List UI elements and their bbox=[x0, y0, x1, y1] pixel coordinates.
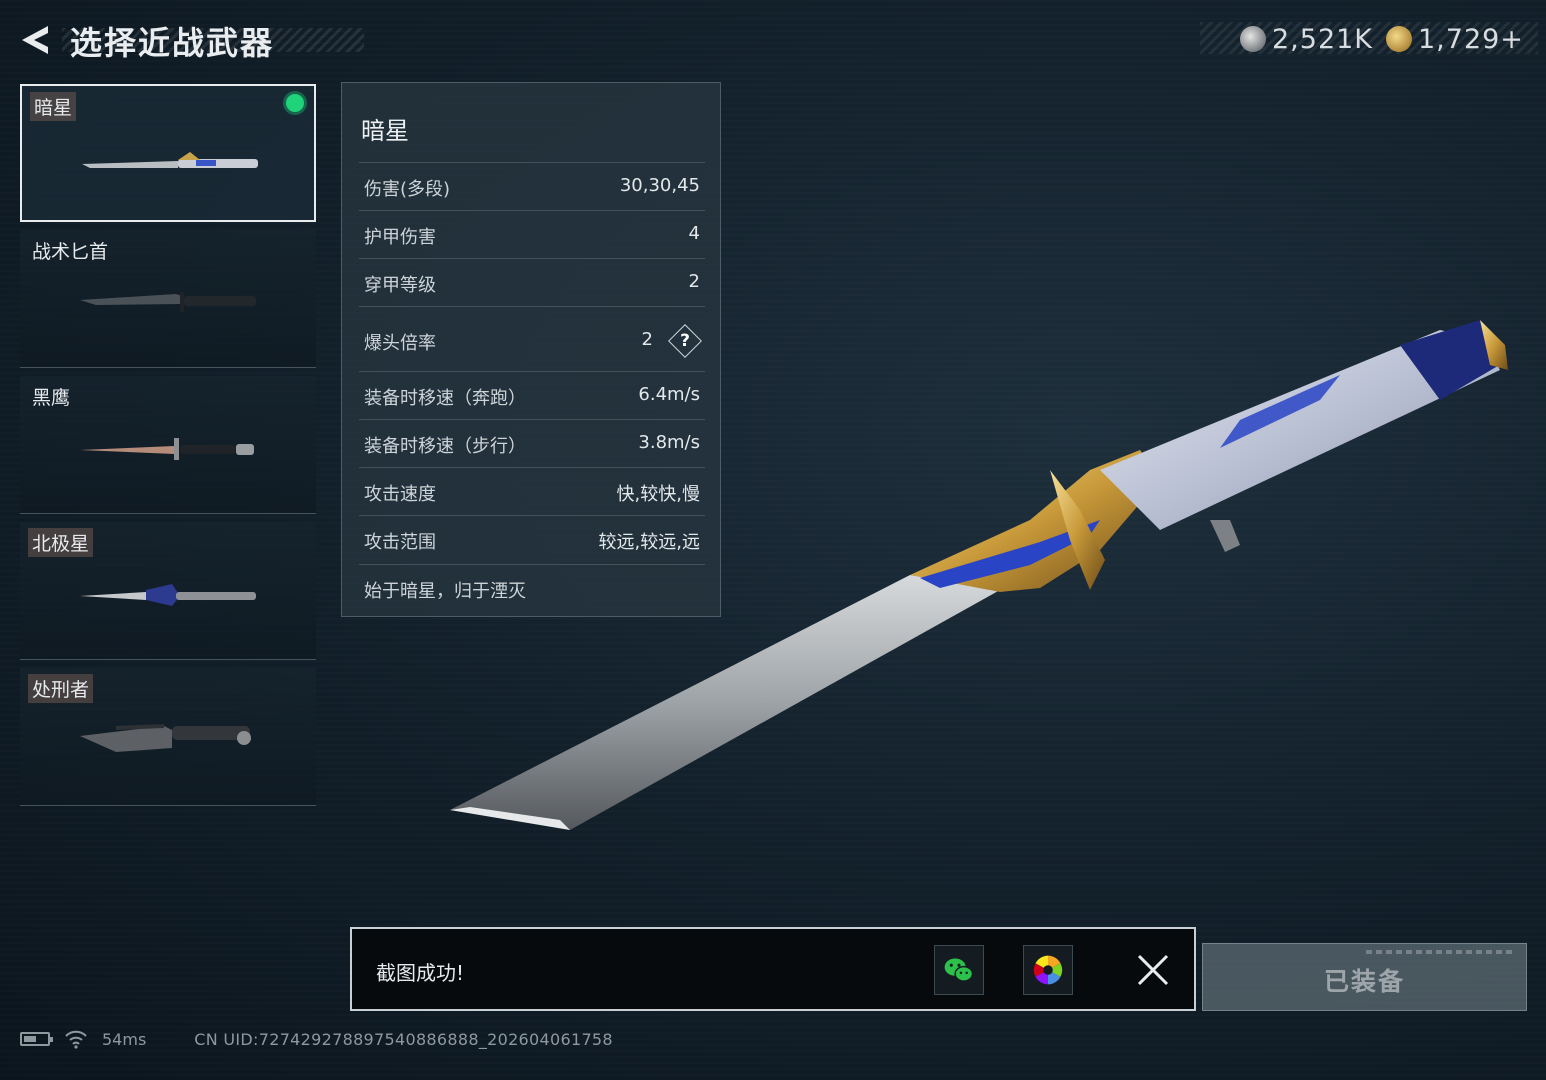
status-bar: 54ms CN UID:727429278897540886888_202604… bbox=[20, 1027, 613, 1051]
weapon-name: 北极星 bbox=[28, 528, 94, 557]
ping-value: 54ms bbox=[102, 1029, 147, 1049]
page-title: 选择近战武器 bbox=[70, 24, 275, 62]
close-icon[interactable] bbox=[1136, 953, 1170, 987]
weapon-card-black-hawk[interactable]: 黑鹰 bbox=[20, 376, 316, 514]
stat-label: 穿甲等级 bbox=[364, 275, 436, 296]
weapon-title: 暗星 bbox=[361, 117, 409, 145]
stat-label: 攻击速度 bbox=[364, 484, 436, 505]
weapon-name: 黑鹰 bbox=[32, 387, 71, 409]
user-uid: CN UID:727429278897540886888_20260406175… bbox=[194, 1029, 613, 1049]
screenshot-toast: 截图成功! bbox=[350, 927, 1196, 1011]
stat-label: 伤害(多段) bbox=[364, 179, 451, 200]
stat-label: 攻击范围 bbox=[364, 532, 436, 553]
tactical-dagger-thumbnail bbox=[80, 292, 256, 312]
share-wechat-button[interactable] bbox=[934, 945, 984, 995]
moments-aperture-icon bbox=[1033, 955, 1063, 985]
button-decoration bbox=[1366, 950, 1516, 954]
stat-value: 4 bbox=[688, 223, 700, 244]
back-arrow-icon[interactable] bbox=[18, 22, 54, 58]
wechat-icon bbox=[944, 958, 974, 982]
share-moments-button[interactable] bbox=[1023, 945, 1073, 995]
currency-silver: 2,521K bbox=[1240, 22, 1373, 56]
weapon-name: 处刑者 bbox=[28, 674, 94, 703]
weapon-name: 暗星 bbox=[30, 92, 77, 121]
battery-icon bbox=[20, 1032, 53, 1046]
weapon-card-executioner[interactable]: 处刑者 bbox=[20, 668, 316, 806]
currency-amount: 1,729+ bbox=[1418, 23, 1524, 55]
weapon-card-polaris[interactable]: 北极星 bbox=[20, 522, 316, 660]
equipped-indicator bbox=[286, 94, 304, 112]
silver-coin-icon bbox=[1240, 26, 1266, 52]
anxing-knife-thumbnail bbox=[82, 152, 258, 168]
weapon-card-tactical-dagger[interactable]: 战术匕首 bbox=[20, 230, 316, 368]
stat-label: 护甲伤害 bbox=[364, 227, 436, 248]
polaris-knife-thumbnail bbox=[80, 584, 256, 606]
stat-row-damage: 伤害(多段) 30,30,45 bbox=[359, 162, 705, 210]
weapon-card-anxing[interactable]: 暗星 bbox=[20, 84, 316, 222]
gold-triangle-coin-icon bbox=[1386, 26, 1412, 52]
equipped-button[interactable]: 已装备 bbox=[1202, 943, 1527, 1011]
anxing-knife-model[interactable] bbox=[440, 320, 1520, 840]
stat-value: 2 bbox=[688, 271, 700, 292]
stat-row-armor-damage: 护甲伤害 4 bbox=[359, 210, 705, 258]
wifi-icon bbox=[65, 1030, 87, 1049]
stat-label: 爆头倍率 bbox=[364, 333, 436, 354]
equipped-label: 已装备 bbox=[1323, 967, 1405, 996]
weapon-name: 战术匕首 bbox=[32, 241, 109, 263]
black-hawk-thumbnail bbox=[80, 438, 254, 460]
executioner-knife-thumbnail bbox=[80, 724, 251, 752]
currency-gold[interactable]: 1,729+ bbox=[1386, 22, 1524, 56]
toast-message: 截图成功! bbox=[376, 961, 465, 985]
stat-row-penetration: 穿甲等级 2 bbox=[359, 258, 705, 306]
stat-value: 30,30,45 bbox=[619, 175, 700, 196]
currency-amount: 2,521K bbox=[1272, 23, 1374, 55]
